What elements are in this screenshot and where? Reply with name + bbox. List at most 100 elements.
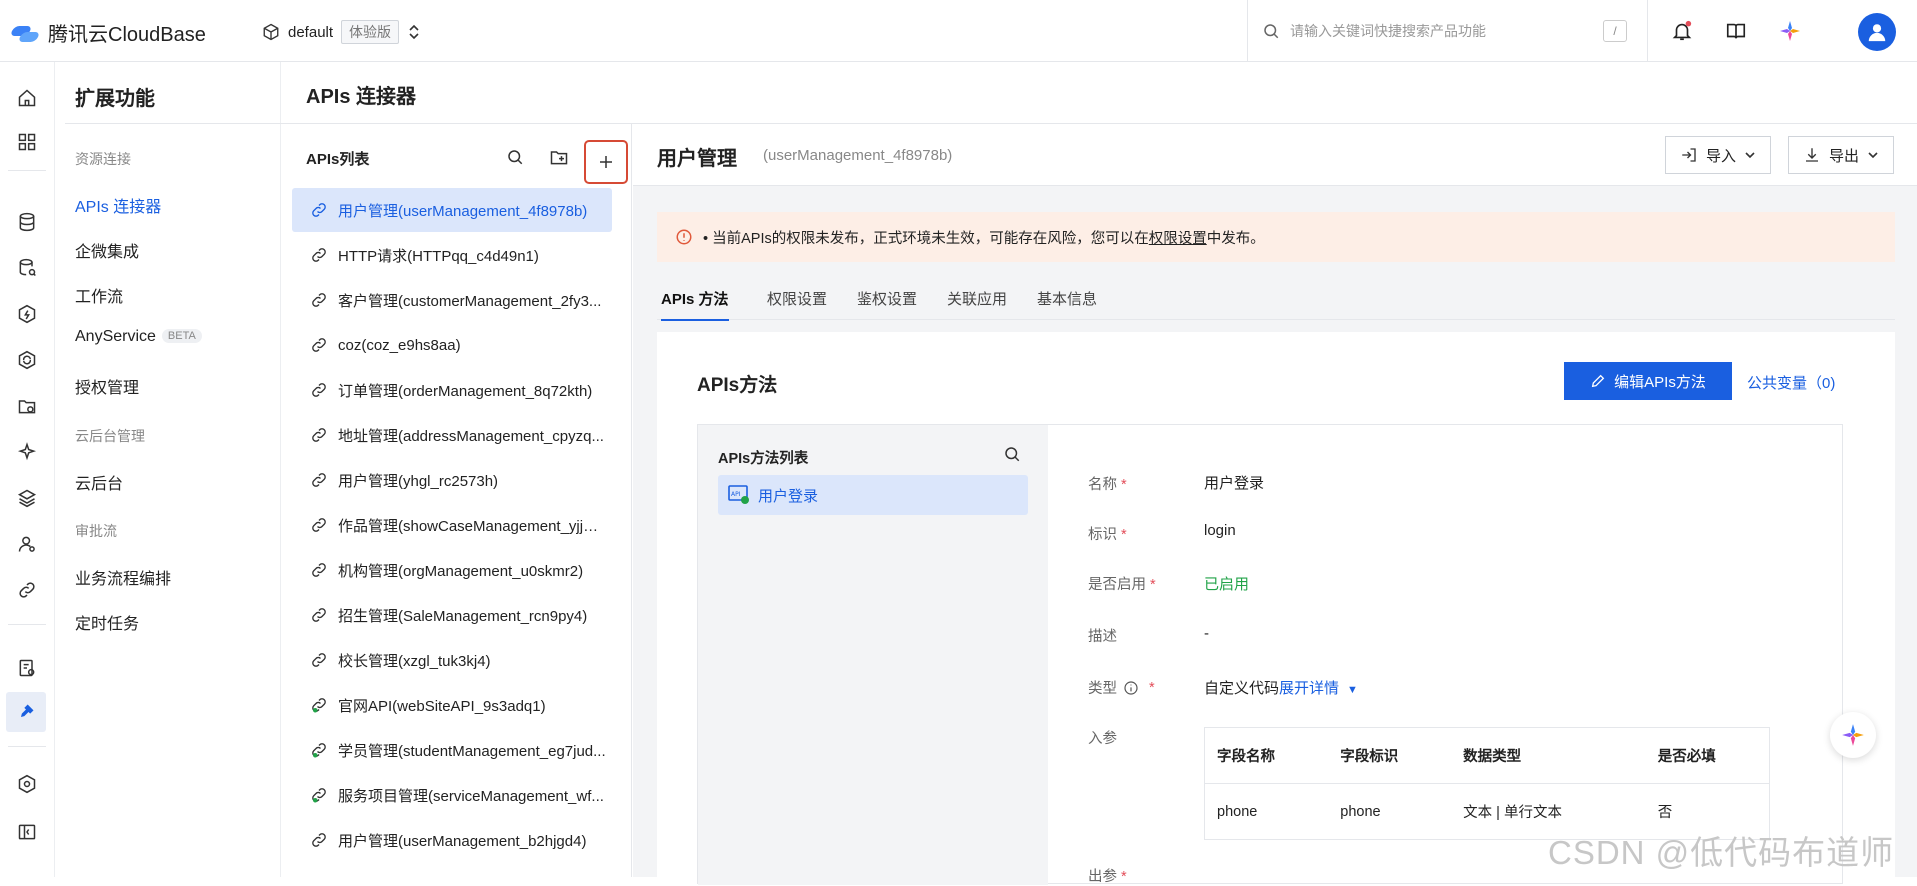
api-list-item[interactable]: 作品管理(showCaseManagement_yjjm...	[292, 503, 612, 547]
field-input-label: 入参	[1088, 731, 1117, 747]
global-search[interactable]: 请输入关键词快捷搜索产品功能 /	[1247, 0, 1647, 62]
sync-icon[interactable]	[13, 346, 41, 374]
api-list-item[interactable]: 学员管理(studentManagement_eg7jud...	[292, 728, 612, 772]
sidebar-item-anyservice[interactable]: AnyService BETA	[75, 328, 202, 346]
method-list: APIs方法列表 API 用户登录	[698, 425, 1048, 885]
home-icon[interactable]	[13, 84, 41, 112]
field-desc-value: -	[1204, 625, 1209, 642]
link-icon	[312, 518, 326, 532]
api-list-item[interactable]: 机构管理(orgManagement_u0skmr2)	[292, 548, 612, 592]
cloudbase-logo-icon	[9, 22, 41, 44]
field-id-label: 标识 *	[1088, 527, 1127, 543]
export-button[interactable]: 导出	[1788, 136, 1895, 174]
api-list-item-label: 订单管理(orderManagement_8q72kth)	[338, 382, 593, 400]
detail-header: 用户管理 (userManagement_4f8978b) 导入 导出	[633, 124, 1917, 186]
field-desc-label: 描述	[1088, 629, 1117, 645]
api-list-item[interactable]: 订单管理(orderManagement_8q72kth)	[292, 368, 612, 412]
permission-alert: • 当前APIs的权限未发布，正式环境未生效，可能存在风险，您可以在权限设置中发…	[657, 212, 1895, 262]
chevron-updown-icon[interactable]	[407, 24, 421, 40]
log-icon[interactable]	[13, 654, 41, 682]
brand-logo[interactable]: 腾讯云CloudBase	[9, 18, 206, 47]
ai-assistant-float-button[interactable]	[1830, 712, 1876, 758]
collapse-panel-icon[interactable]	[13, 818, 41, 846]
api-list-item[interactable]: 服务项目管理(serviceManagement_wf...	[292, 773, 612, 817]
icon-rail	[0, 62, 55, 877]
sidebar-group-approval: 审批流	[75, 523, 117, 539]
package-icon[interactable]	[13, 770, 41, 798]
brand-name: 腾讯云CloudBase	[48, 24, 206, 46]
info-icon[interactable]	[1123, 680, 1139, 696]
user-avatar[interactable]	[1858, 13, 1896, 51]
top-bar: 腾讯云CloudBase default 体验版 请输入关键词快捷搜索产品功能 …	[0, 0, 1917, 62]
api-list-item-label: HTTP请求(HTTPqq_c4d49n1)	[338, 247, 539, 265]
field-enabled-label: 是否启用 *	[1088, 577, 1156, 593]
public-variables-link[interactable]: 公共变量（0)	[1747, 372, 1835, 393]
sidebar-item-process[interactable]: 业务流程编排	[75, 565, 171, 589]
api-list-item[interactable]: 校长管理(xzgl_tuk3kj4)	[292, 638, 612, 682]
chevron-down-icon	[1745, 152, 1755, 159]
folder-cloud-icon[interactable]	[13, 392, 41, 420]
user-manage-icon[interactable]	[13, 530, 41, 558]
env-selector[interactable]: default 体验版	[262, 20, 421, 44]
sidebar-item-cloud-backend[interactable]: 云后台	[75, 470, 123, 494]
caret-down-icon[interactable]: ▼	[1347, 684, 1358, 696]
warning-icon	[676, 229, 692, 245]
field-enabled-value: 已启用	[1204, 576, 1250, 593]
sidebar-item-scheduled[interactable]: 定时任务	[75, 610, 139, 634]
book-icon[interactable]	[1722, 17, 1750, 45]
storage-icon[interactable]	[13, 484, 41, 512]
tab-apis-methods[interactable]: APIs 方法	[661, 288, 729, 321]
alert-permission-link[interactable]: 权限设置	[1149, 231, 1207, 247]
import-button[interactable]: 导入	[1665, 136, 1772, 174]
api-list-item[interactable]: 用户管理(userManagement_4f8978b)	[292, 188, 612, 232]
expand-details-link[interactable]: 展开详情	[1279, 680, 1339, 697]
sidebar: 扩展功能 资源连接 APIs 连接器 企微集成 工作流 AnyService BE…	[55, 62, 327, 877]
sidebar-item-workflow[interactable]: 工作流	[75, 283, 123, 307]
tab-basic-info[interactable]: 基本信息	[1037, 288, 1097, 309]
tab-related-apps[interactable]: 关联应用	[947, 288, 1007, 309]
api-detail: 用户管理 (userManagement_4f8978b) 导入 导出 • 当前…	[633, 124, 1917, 885]
api-list-item[interactable]: 用户管理(yhgl_rc2573h)	[292, 458, 612, 502]
watermark: CSDN @低代码布道师	[1548, 834, 1895, 871]
database-icon[interactable]	[13, 208, 41, 236]
api-list-item[interactable]: 官网API(webSiteAPI_9s3adq1)	[292, 683, 612, 727]
api-list-item-label: 校长管理(xzgl_tuk3kj4)	[338, 652, 491, 670]
sidebar-item-auth[interactable]: 授权管理	[75, 374, 139, 398]
api-list-item[interactable]: 用户管理(userManagement_b2hjgd4)	[292, 818, 612, 862]
search-icon[interactable]	[1003, 445, 1021, 466]
grid-icon[interactable]	[13, 128, 41, 156]
api-list-item[interactable]: HTTP请求(HTTPqq_c4d49n1)	[292, 233, 612, 277]
edit-methods-button[interactable]: 编辑APIs方法	[1564, 362, 1732, 400]
tab-permissions[interactable]: 权限设置	[767, 288, 827, 309]
tab-auth[interactable]: 鉴权设置	[857, 288, 917, 309]
bell-icon[interactable]	[1668, 17, 1696, 45]
import-label: 导入	[1706, 147, 1737, 165]
sidebar-item-wecom[interactable]: 企微集成	[75, 238, 139, 262]
add-api-button[interactable]	[584, 140, 628, 184]
sparkle-icon[interactable]	[13, 438, 41, 466]
api-list-item-label: 官网API(webSiteAPI_9s3adq1)	[338, 697, 546, 715]
new-folder-icon[interactable]	[544, 142, 574, 172]
method-item-login[interactable]: API 用户登录	[718, 475, 1028, 515]
link-icon	[312, 428, 326, 442]
function-icon[interactable]	[13, 300, 41, 328]
database-search-icon[interactable]	[13, 254, 41, 282]
link-icon	[312, 833, 326, 847]
field-name-value: 用户登录	[1204, 475, 1265, 492]
ai-assistant-icon	[1842, 724, 1864, 746]
api-list-item[interactable]: coz(coz_e9hs8aa)	[292, 323, 612, 367]
sidebar-item-apis-connector[interactable]: APIs 连接器	[75, 193, 161, 217]
api-list-item-label: 学员管理(studentManagement_eg7jud...	[338, 742, 606, 760]
api-list-item-label: 用户管理(yhgl_rc2573h)	[338, 472, 499, 490]
search-input[interactable]: 请输入关键词快捷搜索产品功能	[1290, 21, 1486, 41]
detail-name: 用户管理	[657, 148, 737, 170]
extension-icon[interactable]	[6, 692, 46, 732]
api-list-item[interactable]: 地址管理(addressManagement_cpyzq...	[292, 413, 612, 457]
ai-assistant-icon[interactable]	[1776, 17, 1804, 45]
link-icon[interactable]	[13, 576, 41, 604]
search-icon[interactable]	[500, 142, 530, 172]
api-list-item[interactable]: 客户管理(customerManagement_2fy3...	[292, 278, 612, 322]
method-item-label: 用户登录	[758, 487, 819, 505]
field-type-value: 自定义代码展开详情 ▼	[1204, 680, 1358, 697]
api-list-item[interactable]: 招生管理(SaleManagement_rcn9py4)	[292, 593, 612, 637]
